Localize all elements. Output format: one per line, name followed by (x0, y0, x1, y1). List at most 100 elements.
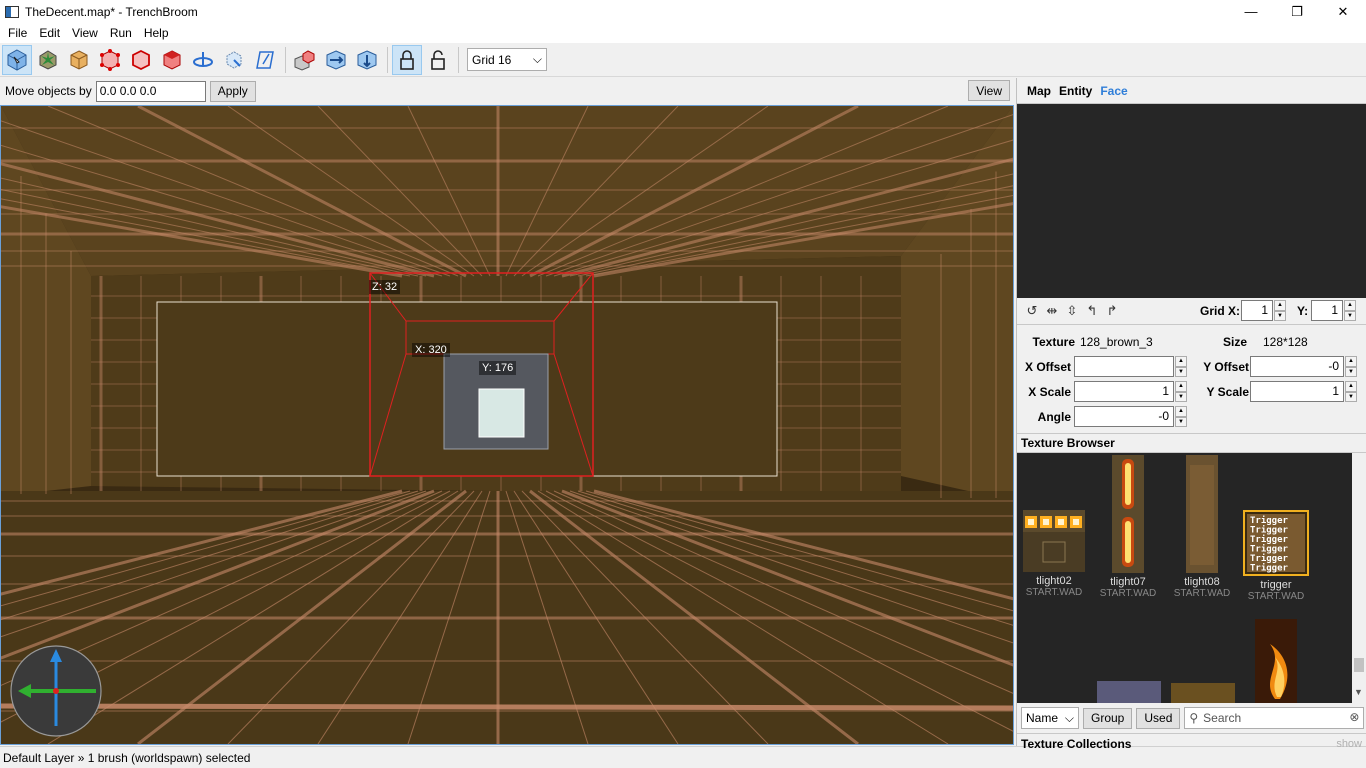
grid-y-spinner[interactable]: 1 ▲ ▼ (1311, 300, 1356, 321)
face-icon (163, 49, 181, 70)
view-button[interactable]: View (968, 80, 1010, 101)
rotate-icon (193, 51, 213, 67)
flip-horizontal-button[interactable] (321, 45, 351, 75)
spin-down-icon[interactable]: ▼ (1175, 416, 1187, 427)
y-offset-spinner[interactable]: -0 ▲ ▼ (1250, 356, 1357, 377)
duplicate-button[interactable] (290, 45, 320, 75)
spin-up-icon[interactable]: ▲ (1345, 381, 1357, 392)
spin-up-icon[interactable]: ▲ (1175, 406, 1187, 417)
tab-face[interactable]: Face (1100, 84, 1127, 98)
close-button[interactable]: ✕ (1320, 0, 1366, 23)
grid-y-input[interactable]: 1 (1311, 300, 1343, 321)
rotate-cw-icon[interactable]: ↱ (1103, 303, 1121, 319)
search-input[interactable]: ⚲ Search ⊗ (1184, 707, 1365, 729)
3d-viewport[interactable]: Z: 32 X: 320 Y: 176 (0, 105, 1014, 745)
tab-map[interactable]: Map (1027, 84, 1051, 98)
spin-down-icon[interactable]: ▼ (1344, 310, 1356, 321)
brush-tool-button[interactable] (64, 45, 94, 75)
reset-uv-icon[interactable]: ↺ (1023, 303, 1041, 319)
spin-down-icon[interactable]: ▼ (1345, 366, 1357, 377)
size-label: Size (1223, 334, 1248, 349)
texture-collections-header: Texture Collections show (1017, 733, 1366, 753)
app-icon (5, 5, 19, 18)
flip-v-icon[interactable]: ⇳ (1063, 303, 1081, 319)
inspector-tabs: Map Entity Face (1017, 78, 1366, 104)
move-objects-input[interactable]: 0.0 0.0 0.0 (95, 80, 206, 102)
menu-bar: File Edit View Run Help (0, 23, 1366, 43)
show-collections-link[interactable]: show (1336, 738, 1362, 750)
entity-tool-button[interactable] (33, 45, 63, 75)
inspector-panel: Map Entity Face ↺ ⇹ ⇳ ↰ ↱ Grid X: 1 ▲ ▼ Y… (1016, 78, 1366, 751)
x-offset-input[interactable] (1074, 356, 1174, 377)
minimize-button[interactable]: — (1228, 0, 1274, 23)
menu-view[interactable]: View (66, 23, 104, 43)
group-button[interactable]: Group (1083, 707, 1133, 729)
edge-tool-button[interactable] (126, 45, 156, 75)
sort-select[interactable]: Name ⌵ (1021, 707, 1079, 729)
flip-vertical-button[interactable] (352, 45, 382, 75)
scrollbar-thumb[interactable] (1354, 658, 1364, 672)
texture-item-trigger[interactable]: Trigger Trigger Trigger Trigger Trigger Trigg… (1243, 510, 1309, 602)
spin-down-icon[interactable]: ▼ (1175, 366, 1187, 377)
spin-down-icon[interactable]: ▼ (1274, 310, 1286, 321)
spin-down-icon[interactable]: ▼ (1175, 391, 1187, 402)
spin-up-icon[interactable]: ▲ (1175, 356, 1187, 367)
angle-input[interactable]: -0 (1074, 406, 1174, 427)
rotate-ccw-icon[interactable]: ↰ (1083, 303, 1101, 319)
menu-edit[interactable]: Edit (33, 23, 66, 43)
vertex-tool-button[interactable] (95, 45, 125, 75)
status-text: Default Layer » 1 brush (worldspawn) sel… (3, 750, 251, 765)
maximize-button[interactable]: ❐ (1274, 0, 1320, 23)
texture-item-tlight07[interactable]: tlight07 START.WAD (1095, 455, 1161, 599)
texture-collections-label: Texture Collections (1021, 736, 1132, 751)
menu-file[interactable]: File (2, 23, 33, 43)
used-button[interactable]: Used (1136, 707, 1181, 729)
x-scale-spinner[interactable]: 1 ▲ ▼ (1074, 381, 1187, 402)
spin-up-icon[interactable]: ▲ (1345, 356, 1357, 367)
texture-lock-button[interactable] (392, 44, 422, 75)
uv-toolbar: ↺ ⇹ ⇳ ↰ ↱ Grid X: 1 ▲ ▼ Y: 1 ▲ ▼ (1017, 298, 1366, 324)
chevron-down-icon[interactable]: ▼ (1354, 687, 1363, 697)
duplicate-icon (294, 49, 315, 71)
shear-tool-button[interactable] (250, 45, 280, 75)
texture-wad: START.WAD (1025, 587, 1083, 598)
chevron-down-icon: ⌵ (532, 52, 542, 66)
y-offset-input[interactable]: -0 (1250, 356, 1344, 377)
face-tool-button[interactable] (157, 45, 187, 75)
spin-up-icon[interactable]: ▲ (1175, 381, 1187, 392)
search-placeholder: Search (1203, 711, 1242, 725)
texture-browser[interactable]: tlight02 START.WAD tlight07 START.WAD tl… (1017, 453, 1366, 703)
texture-thumbnail (1112, 455, 1144, 573)
scale-tool-button[interactable] (219, 45, 249, 75)
tab-entity[interactable]: Entity (1059, 84, 1092, 98)
texture-browser-scrollbar[interactable]: ▼ (1352, 453, 1366, 703)
spin-down-icon[interactable]: ▼ (1345, 391, 1357, 402)
rotate-tool-button[interactable] (188, 45, 218, 75)
grid-x-input[interactable]: 1 (1241, 300, 1273, 321)
clear-icon[interactable]: ⊗ (1349, 710, 1359, 724)
toolbar-separator (458, 46, 459, 73)
sort-value: Name (1026, 711, 1059, 725)
menu-run[interactable]: Run (104, 23, 138, 43)
select-tool-button[interactable] (2, 44, 32, 75)
spin-up-icon[interactable]: ▲ (1344, 300, 1356, 311)
y-scale-input[interactable]: 1 (1250, 381, 1344, 402)
menu-help[interactable]: Help (138, 23, 175, 43)
angle-spinner[interactable]: -0 ▲ ▼ (1074, 406, 1187, 427)
flip-u-icon[interactable]: ⇹ (1043, 303, 1061, 319)
x-offset-spinner[interactable]: ▲ ▼ (1074, 356, 1187, 377)
texture-thumbnail (1255, 619, 1297, 703)
apply-button[interactable]: Apply (209, 80, 256, 102)
texture-item-tlight02[interactable]: tlight02 START.WAD (1021, 510, 1087, 598)
x-scale-input[interactable]: 1 (1074, 381, 1174, 402)
uv-lock-button[interactable] (423, 45, 453, 75)
spin-up-icon[interactable]: ▲ (1274, 300, 1286, 311)
y-scale-spinner[interactable]: 1 ▲ ▼ (1250, 381, 1357, 402)
uv-editor-view[interactable] (1017, 104, 1366, 298)
dimension-y-label: Y: 176 (479, 361, 517, 375)
grid-x-spinner[interactable]: 1 ▲ ▼ (1241, 300, 1286, 321)
grid-size-select[interactable]: Grid 16 ⌵ (467, 48, 547, 71)
texture-wad: START.WAD (1099, 588, 1157, 599)
texture-item-tlight08[interactable]: tlight08 START.WAD (1169, 455, 1235, 599)
toolbar-separator (387, 46, 388, 73)
